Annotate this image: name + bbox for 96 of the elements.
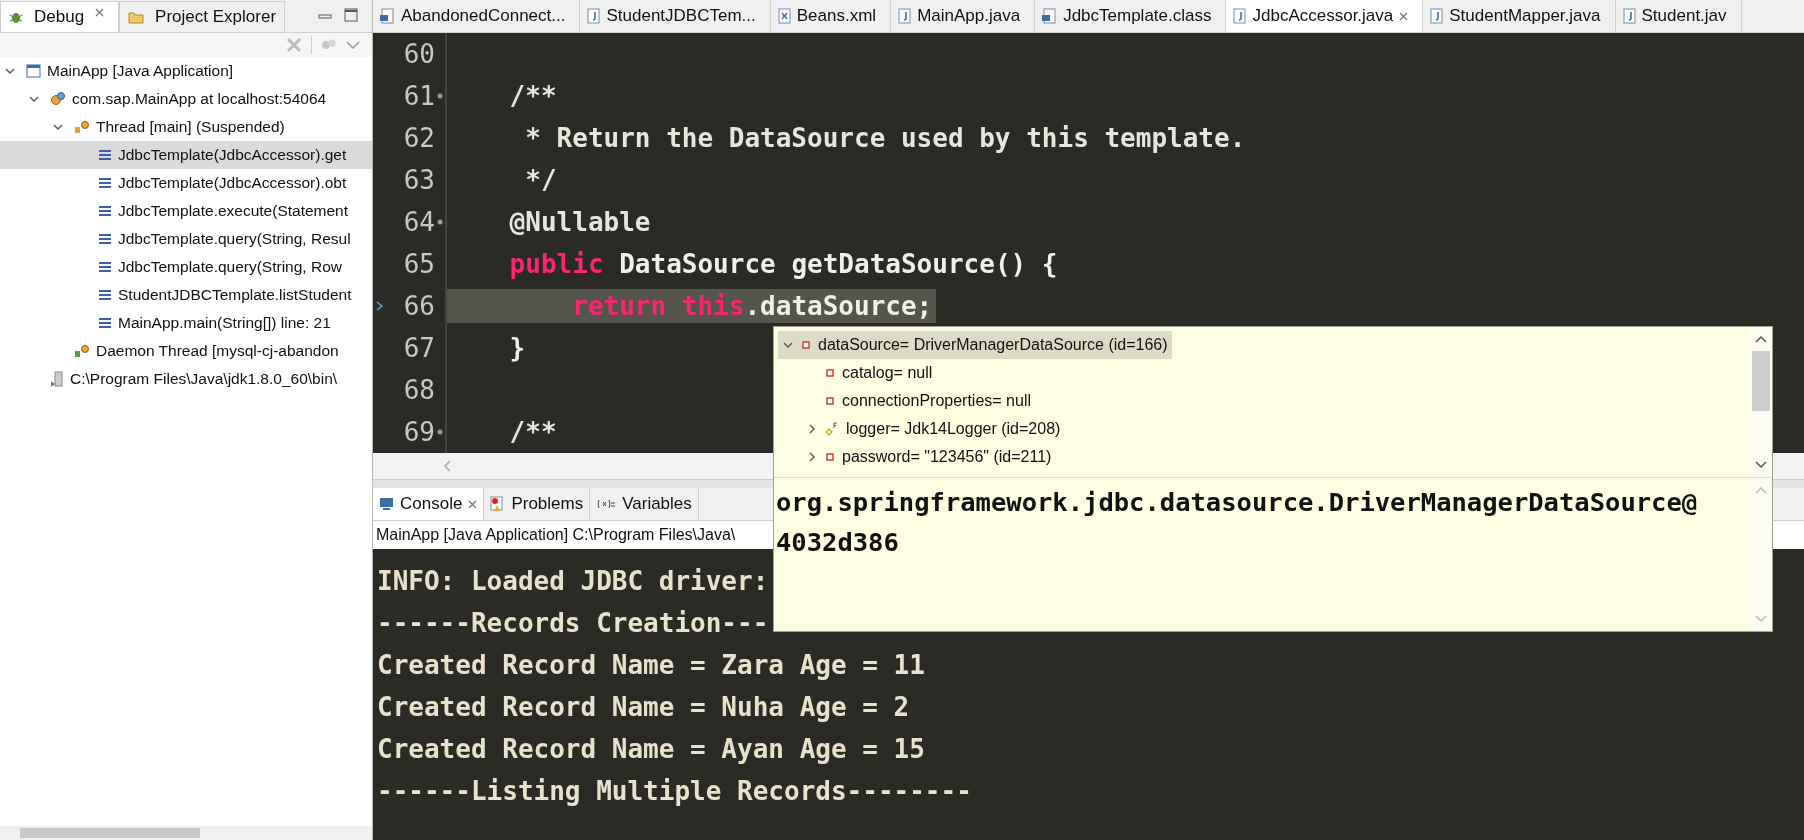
window-icon — [26, 64, 41, 78]
tree-item[interactable]: JdbcTemplate(JdbcAccessor).get — [0, 141, 372, 169]
view-menu-icon[interactable] — [346, 40, 360, 50]
private-field-icon — [802, 341, 810, 349]
editor-tab[interactable]: JdbcAccessor.java — [1226, 0, 1424, 32]
folder-icon — [128, 10, 145, 24]
line-number: 61 — [403, 81, 435, 111]
close-icon[interactable] — [95, 7, 105, 17]
variable-item[interactable]: catalog= null — [802, 359, 937, 387]
gears-icon — [50, 91, 66, 107]
line-number: 67 — [403, 333, 435, 363]
tree-item[interactable]: MainApp [Java Application] — [0, 57, 372, 85]
java-file-icon — [1232, 8, 1247, 24]
panel-tab[interactable]: Problems — [484, 488, 591, 520]
variable-item[interactable]: logger= Jdk14Logger (id=208) — [802, 415, 1065, 443]
code-line: /** — [508, 416, 558, 449]
code-line: * Return the DataSource used by this template. — [524, 122, 1247, 155]
java-file-icon — [897, 8, 912, 24]
process-icon — [50, 371, 64, 387]
line-number: 62 — [403, 123, 435, 153]
editor-tab[interactable]: MainApp.java — [891, 0, 1036, 32]
stack-frame-icon — [98, 233, 112, 245]
variable-item[interactable]: dataSource= DriverManagerDataSource (id=166) — [778, 331, 1172, 359]
console-line: Created Record Name = Zara Age = 11 — [376, 649, 925, 682]
stack-frame-icon — [98, 289, 112, 301]
fold-marker-icon[interactable] — [437, 429, 443, 435]
panel-tab[interactable]: Console — [373, 488, 485, 520]
editor-tab[interactable]: Student.jav — [1615, 0, 1742, 32]
scroll-down-icon[interactable] — [1755, 461, 1767, 469]
monitor-icon — [379, 497, 394, 511]
java-file-icon — [1621, 8, 1636, 24]
line-number: 69 — [403, 417, 435, 447]
thread-icon — [74, 120, 90, 134]
editor-tab[interactable]: Beans.xml — [770, 0, 892, 32]
console-line: Created Record Name = Ayan Age = 15 — [376, 733, 925, 766]
class-file-icon — [1041, 8, 1058, 24]
fold-marker-icon[interactable] — [437, 93, 443, 99]
panel-tab[interactable]: Project Explorer — [119, 1, 286, 32]
vertical-scrollbar[interactable] — [1750, 327, 1772, 477]
editor-tab[interactable]: StudentMapper.java — [1423, 0, 1616, 32]
variable-item[interactable]: connectionProperties= null — [802, 387, 1035, 415]
value-detail-text: org.springframework.jdbc.datasource.DriverManagerDataSource@ — [776, 486, 1698, 519]
console-line: INFO: Loaded JDBC driver: — [376, 565, 769, 598]
java-file-icon — [586, 8, 601, 24]
line-number: 66 — [403, 291, 435, 321]
private-field-icon — [826, 369, 834, 377]
stack-frame-icon — [98, 149, 112, 161]
tree-item[interactable]: Thread [main] (Suspended) — [0, 113, 372, 141]
class-file-icon — [379, 8, 395, 24]
stack-frame-icon — [98, 261, 112, 273]
tree-item[interactable]: JdbcTemplate(JdbcAccessor).obt — [0, 169, 372, 197]
line-number: 63 — [403, 165, 435, 195]
variable-item[interactable]: password= "123456" (id=211) — [802, 443, 1056, 471]
stack-frame-icon — [98, 317, 112, 329]
stack-frame-icon — [98, 205, 112, 217]
static-field-icon — [826, 422, 838, 436]
private-field-icon — [826, 397, 834, 405]
code-line: } — [508, 332, 527, 365]
code-line: /** — [508, 80, 558, 113]
code-line: @Nullable — [508, 206, 652, 239]
private-field-icon — [826, 453, 834, 461]
xml-file-icon — [776, 8, 791, 24]
editor-tab[interactable]: AbandonedConnect... — [373, 0, 581, 32]
thread-icon — [74, 344, 90, 358]
line-number: 68 — [403, 375, 435, 405]
close-icon[interactable] — [1399, 11, 1409, 21]
maximize-icon[interactable] — [344, 8, 358, 22]
scroll-up-icon[interactable] — [1755, 335, 1767, 343]
code-line: public DataSource getDataSource() { — [508, 248, 1059, 281]
line-number: 64 — [403, 207, 435, 237]
stack-frame-icon — [98, 177, 112, 189]
console-line: ------Records Creation--- — [376, 607, 769, 640]
code-line: */ — [524, 164, 558, 197]
console-line: ------Listing Multiple Records-------- — [376, 775, 972, 808]
editor-tab[interactable]: StudentJDBCTem... — [580, 0, 771, 32]
line-number: 65 — [403, 249, 435, 279]
fold-marker-icon[interactable] — [437, 219, 443, 225]
console-line: Created Record Name = Nuha Age = 2 — [376, 691, 910, 724]
tree-item[interactable]: JdbcTemplate.query(String, Resul — [0, 225, 372, 253]
tree-item[interactable]: com.sap.MainApp at localhost:54064 — [0, 85, 372, 113]
minimize-icon[interactable] — [318, 12, 332, 22]
tree-item[interactable]: StudentJDBCTemplate.listStudent — [0, 281, 372, 309]
tree-item[interactable]: C:\Program Files\Java\jdk1.8.0_60\bin\ — [0, 365, 372, 393]
tree-item[interactable]: MainApp.main(String[]) line: 21 — [0, 309, 372, 337]
variables-icon — [596, 499, 617, 509]
panel-tab[interactable]: Debug — [0, 1, 120, 32]
line-number: 60 — [403, 39, 435, 69]
close-icon[interactable] — [468, 499, 478, 509]
bug-icon — [9, 10, 23, 24]
problems-icon — [490, 496, 506, 512]
horizontal-scrollbar[interactable] — [0, 826, 372, 840]
tree-item[interactable]: Daemon Thread [mysql-cj-abandon — [0, 337, 372, 365]
tree-item[interactable]: JdbcTemplate.execute(Statement — [0, 197, 372, 225]
tree-item[interactable]: JdbcTemplate.query(String, Row — [0, 253, 372, 281]
java-file-icon — [1429, 8, 1444, 24]
panel-tab[interactable]: Variables — [590, 488, 699, 520]
